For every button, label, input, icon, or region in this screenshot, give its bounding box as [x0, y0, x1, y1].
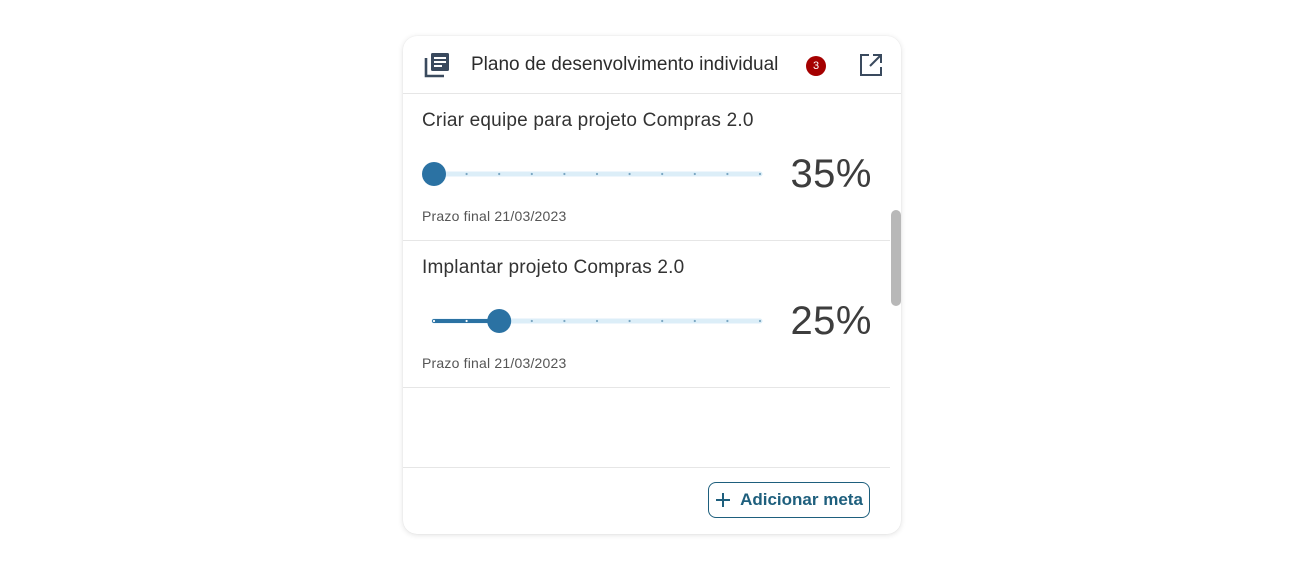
goal-deadline: Prazo final 21/03/2023 — [422, 208, 567, 224]
idp-widget-card: Plano de desenvolvimento individual 3 Cr… — [403, 36, 901, 534]
goal-title: Implantar projeto Compras 2.0 — [422, 257, 685, 278]
slider-thumb[interactable] — [422, 162, 446, 186]
slider-tick — [661, 172, 664, 176]
slider-tick — [563, 172, 566, 176]
slider-tick — [758, 172, 762, 176]
goal-percent: 35% — [790, 152, 872, 196]
slider-tick — [465, 319, 468, 323]
slider-tick — [432, 319, 436, 323]
slider-tick — [595, 319, 599, 323]
add-goal-button[interactable]: Adicionar meta — [708, 482, 870, 518]
goal-title: Criar equipe para projeto Compras 2.0 — [422, 110, 754, 131]
scrollbar-thumb[interactable] — [891, 210, 901, 306]
notification-badge: 3 — [806, 56, 826, 76]
goal-item: Criar equipe para projeto Compras 2.0 35… — [403, 94, 890, 241]
plus-icon — [716, 493, 731, 507]
goal-progress-slider[interactable] — [422, 160, 772, 188]
slider-tick — [726, 172, 729, 176]
slider-tick — [693, 172, 696, 176]
slider-thumb[interactable] — [487, 309, 512, 333]
slider-tick — [595, 172, 599, 176]
open-in-new-icon[interactable] — [859, 53, 883, 77]
slider-tick — [498, 172, 501, 176]
slider-tick — [563, 319, 566, 323]
slider-tick — [530, 319, 533, 323]
book-stack-icon — [424, 53, 449, 78]
slider-tick — [628, 172, 631, 176]
slider-tick — [628, 319, 631, 323]
slider-tick — [693, 319, 696, 323]
goal-percent: 25% — [790, 299, 872, 343]
slider-tick — [465, 172, 468, 176]
slider-tick — [661, 319, 664, 323]
slider-tick — [530, 172, 533, 176]
goals-list[interactable]: Criar equipe para projeto Compras 2.0 35… — [403, 94, 901, 467]
widget-header: Plano de desenvolvimento individual 3 — [403, 36, 901, 94]
add-goal-label: Adicionar meta — [740, 490, 863, 509]
slider-tick — [726, 319, 729, 323]
slider-tick — [758, 319, 762, 323]
widget-footer: Adicionar meta — [403, 467, 890, 534]
goal-deadline: Prazo final 21/03/2023 — [422, 355, 567, 371]
goal-progress-slider[interactable] — [422, 307, 772, 335]
widget-title: Plano de desenvolvimento individual — [471, 54, 779, 75]
goal-item: Implantar projeto Compras 2.0 25% Prazo … — [403, 241, 890, 388]
